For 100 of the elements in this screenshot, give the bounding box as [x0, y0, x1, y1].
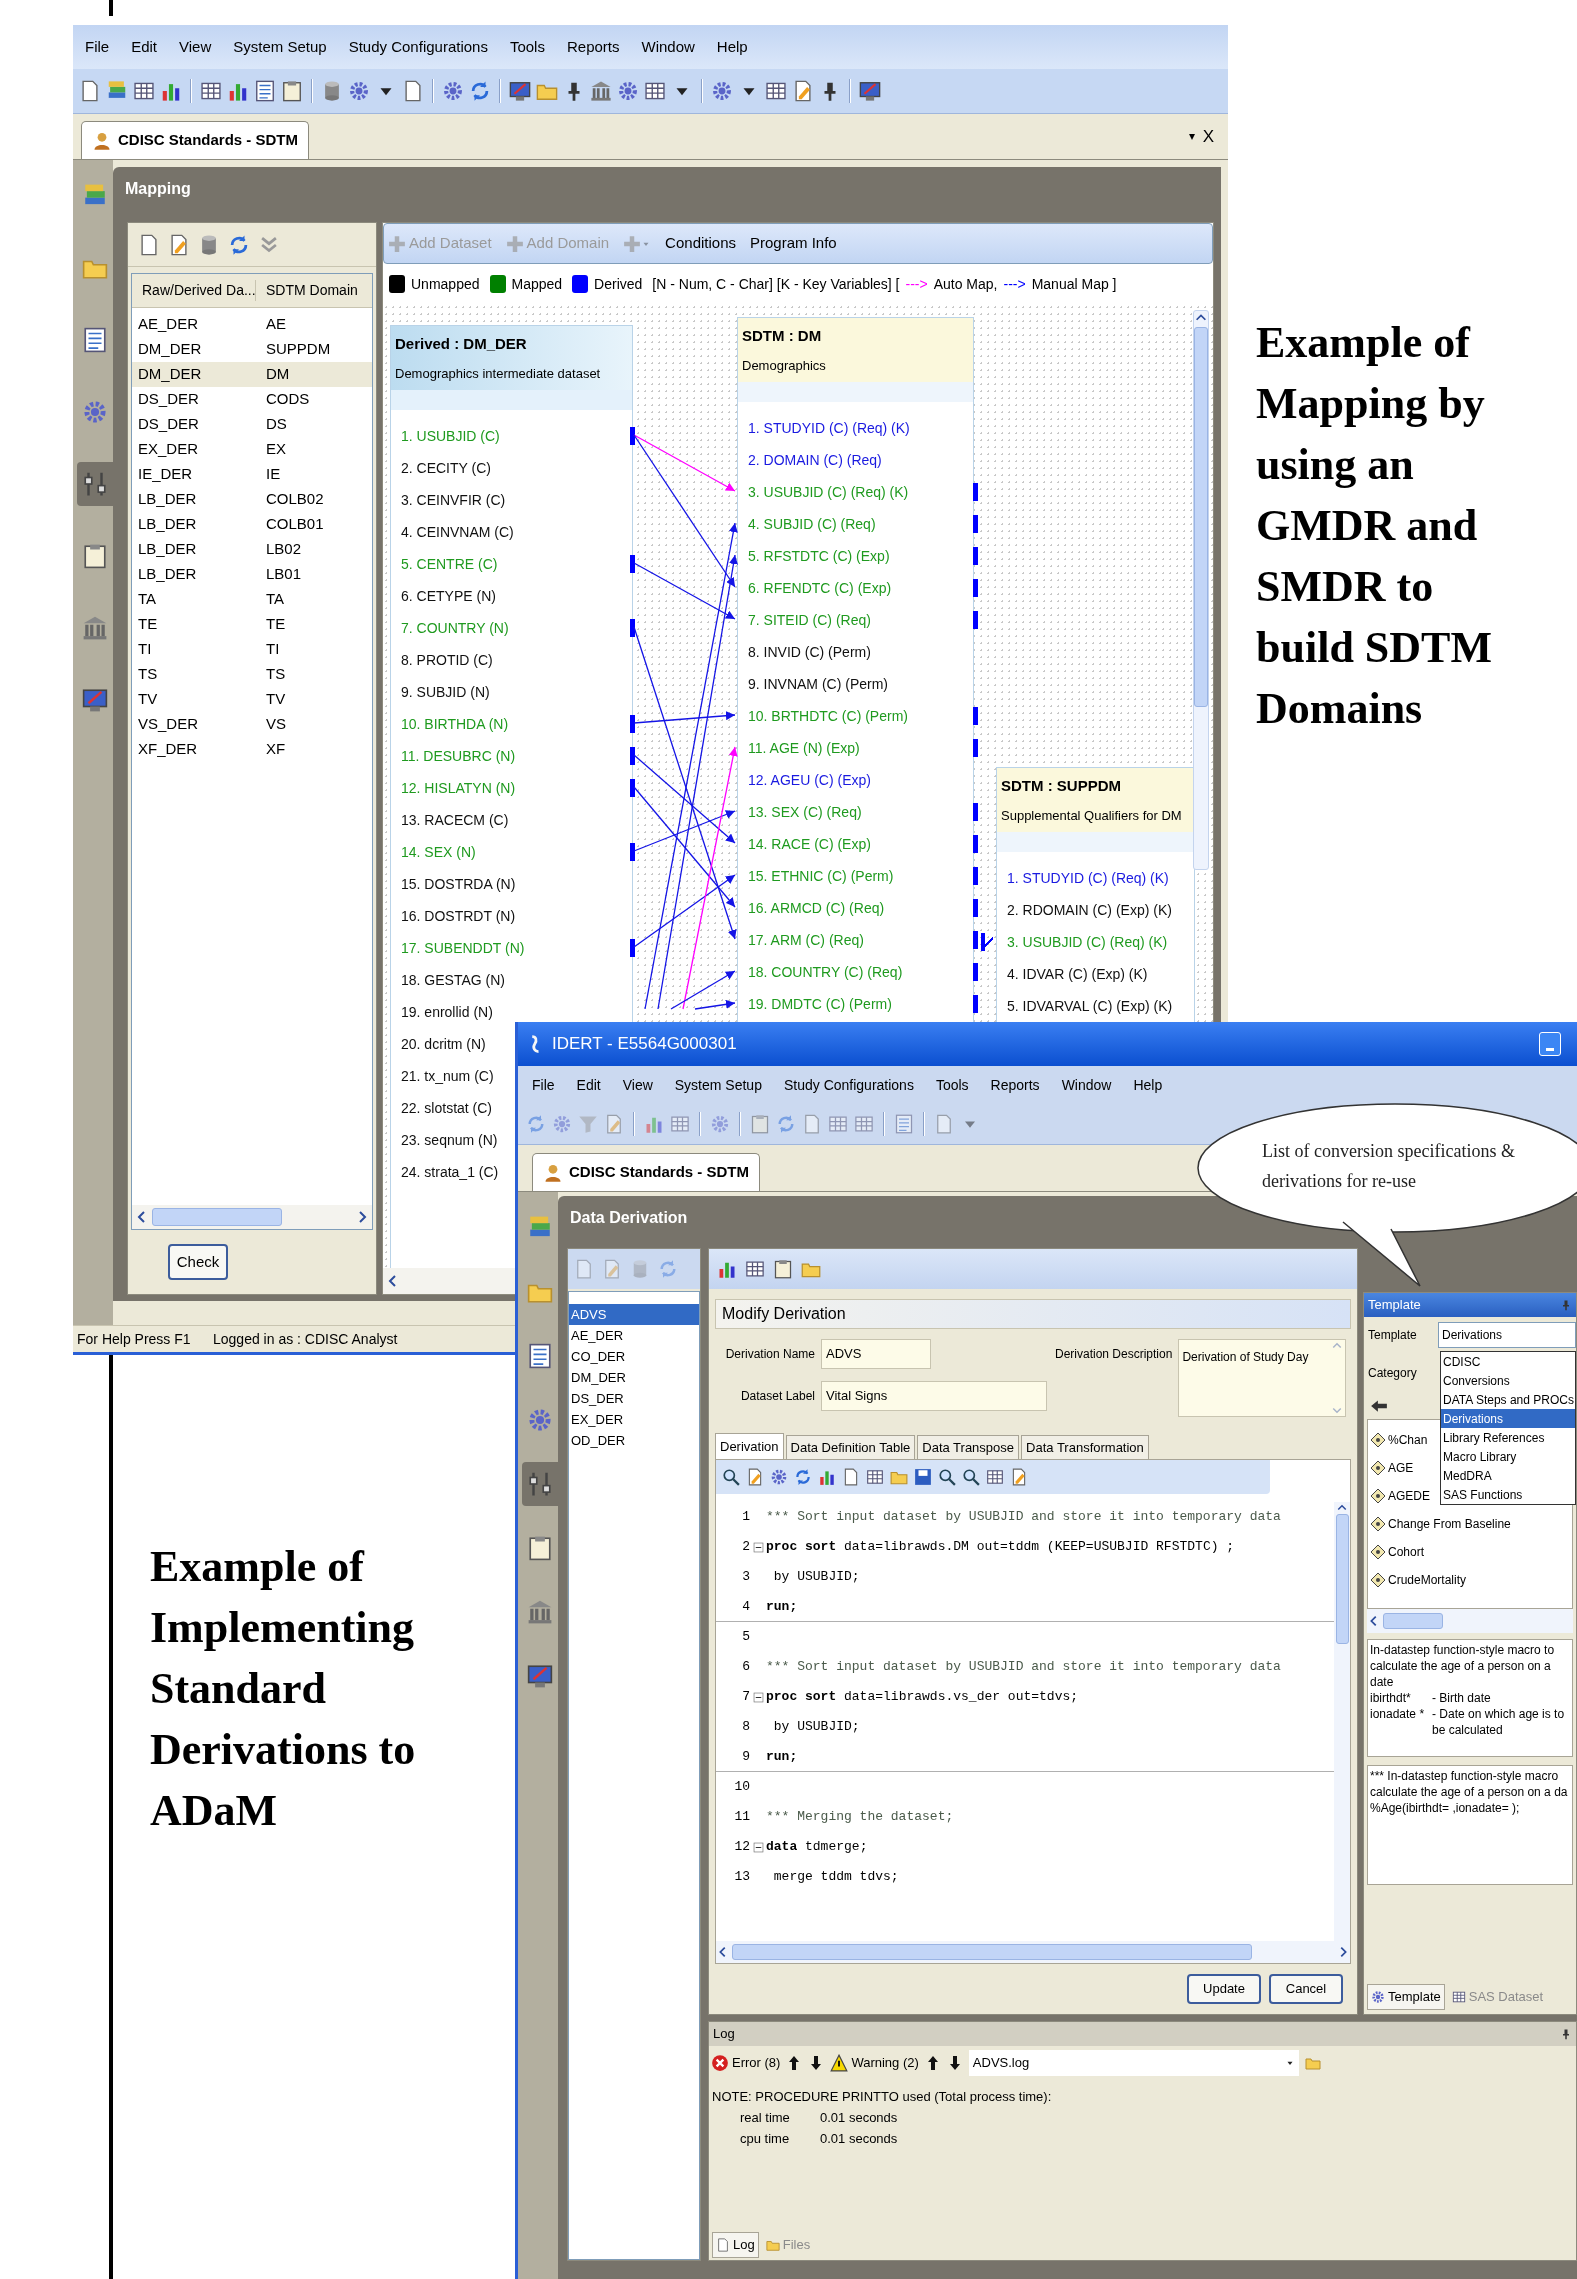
variable-item[interactable]: 3. CEINVFIR (C): [401, 489, 506, 511]
list-item[interactable]: AE_DER: [569, 1325, 699, 1346]
select-field[interactable]: Derivations: [1438, 1322, 1576, 1348]
variable-item[interactable]: 19. enrollid (N): [401, 1001, 493, 1023]
variable-item[interactable]: 13. SEX (C) (Req): [748, 801, 862, 823]
list-item[interactable]: AGE: [1388, 1459, 1414, 1477]
variable-item[interactable]: 10. BIRTHDA (N): [401, 713, 509, 735]
dropdown-option[interactable]: Derivations: [1441, 1409, 1575, 1428]
variable-item[interactable]: 12. AGEU (C) (Exp): [748, 769, 871, 791]
menu-item[interactable]: View: [622, 1074, 653, 1096]
variable-item[interactable]: 9. SUBJID (N): [401, 681, 490, 703]
menu-item[interactable]: Edit: [131, 35, 158, 59]
collapse-icon[interactable]: [752, 1841, 764, 1853]
log-file-field[interactable]: ADVS.log: [968, 2050, 1299, 2076]
gear-icon[interactable]: [348, 80, 370, 102]
table-row[interactable]: TS TS: [132, 662, 372, 687]
variable-item[interactable]: 4. CEINVNAM (C): [401, 521, 514, 543]
variable-item[interactable]: 12. HISLATYN (N): [401, 777, 516, 799]
editor-tab[interactable]: Data Transpose: [917, 1435, 1020, 1459]
table-row[interactable]: TV TV: [132, 687, 372, 712]
menu-item[interactable]: Help: [716, 35, 748, 59]
panel-tab[interactable]: Template: [1367, 1984, 1445, 2010]
table-row[interactable]: LB_DER LB01: [132, 562, 372, 587]
vertical-scrollbar[interactable]: [1193, 310, 1209, 870]
document-icon[interactable]: [402, 80, 424, 102]
variable-item[interactable]: 3. USUBJID (C) (Req) (K): [1007, 931, 1168, 953]
columns-icon[interactable]: [590, 80, 612, 102]
list-item[interactable]: EX_DER: [569, 1409, 699, 1430]
toolbar-button[interactable]: Program Info: [750, 232, 837, 255]
menu-item[interactable]: System Setup: [674, 1074, 762, 1096]
table-row[interactable]: LB_DER COLB01: [132, 512, 372, 537]
bar-chart-icon[interactable]: [818, 1468, 836, 1486]
column-header[interactable]: Raw/Derived Da...: [132, 280, 256, 301]
variable-item[interactable]: 22. slotstat (C): [401, 1097, 493, 1119]
variable-item[interactable]: 6. RFENDTC (C) (Exp): [748, 577, 892, 599]
table-row[interactable]: DM_DER DM: [132, 362, 372, 387]
sidebar-item[interactable]: [522, 1462, 558, 1506]
variable-item[interactable]: 16. ARMCD (C) (Req): [748, 897, 885, 919]
description-field[interactable]: Derivation of Study Day: [1178, 1339, 1347, 1417]
sidebar-item[interactable]: [77, 462, 113, 506]
variable-item[interactable]: 1. STUDYID (C) (Req) (K): [748, 417, 910, 439]
table-row[interactable]: AE_DER AE: [132, 312, 372, 337]
save-icon[interactable]: [914, 1468, 932, 1486]
variable-item[interactable]: 18. COUNTRY (C) (Req): [748, 961, 903, 983]
toolbar-button[interactable]: Conditions: [665, 232, 736, 255]
list-item[interactable]: %Chan: [1388, 1431, 1428, 1449]
collapse-icon[interactable]: [752, 1541, 764, 1553]
editor-tab[interactable]: Derivation: [715, 1433, 784, 1459]
variable-item[interactable]: 16. DOSTRDT (N): [401, 905, 516, 927]
variable-item[interactable]: 5. CENTRE (C): [401, 553, 498, 575]
edit-document-icon[interactable]: [168, 233, 190, 256]
table-row[interactable]: LB_DER COLB02: [132, 487, 372, 512]
list-item[interactable]: Change From Baseline: [1388, 1515, 1511, 1533]
variable-item[interactable]: 2. DOMAIN (C) (Req): [748, 449, 882, 471]
pin-icon[interactable]: [1560, 2028, 1572, 2040]
search-icon[interactable]: [938, 1468, 956, 1486]
variable-item[interactable]: 8. PROTID (C): [401, 649, 493, 671]
table-row[interactable]: VS_DER VS: [132, 712, 372, 737]
menu-item[interactable]: File: [532, 1074, 555, 1096]
minimize-button[interactable]: [1539, 1032, 1561, 1056]
gear-icon[interactable]: [617, 80, 639, 102]
dropdown-option[interactable]: Macro Library: [1441, 1447, 1575, 1466]
variable-item[interactable]: 18. GESTAG (N): [401, 969, 505, 991]
error-filter-button[interactable]: Error (8): [711, 2053, 781, 2073]
menu-item[interactable]: Tools: [935, 1074, 969, 1096]
table-icon[interactable]: [644, 80, 666, 102]
gear-icon[interactable]: [770, 1468, 788, 1486]
menu-item[interactable]: View: [179, 35, 212, 59]
variable-item[interactable]: 15. ETHNIC (C) (Perm): [748, 865, 894, 887]
table-row[interactable]: EX_DER EX: [132, 437, 372, 462]
table-icon[interactable]: [866, 1468, 884, 1486]
column-header[interactable]: SDTM Domain: [256, 280, 358, 301]
variable-item[interactable]: 11. AGE (N) (Exp): [748, 737, 860, 759]
dropdown-option[interactable]: CDISC: [1441, 1352, 1575, 1371]
document-tab[interactable]: CDISC Standards - SDTM: [81, 121, 309, 159]
variable-item[interactable]: 17. ARM (C) (Req): [748, 929, 864, 951]
horizontal-scrollbar[interactable]: [1367, 1609, 1573, 1633]
variable-item[interactable]: 4. SUBJID (C) (Req): [748, 513, 876, 535]
variable-item[interactable]: 19. DMDTC (C) (Perm): [748, 993, 892, 1015]
variable-item[interactable]: 6. CETYPE (N): [401, 585, 496, 607]
monitor-icon[interactable]: [859, 80, 881, 102]
clipboard-icon[interactable]: [773, 1259, 793, 1279]
document-icon[interactable]: [79, 80, 101, 102]
close-button[interactable]: X: [1202, 123, 1214, 149]
variable-item[interactable]: 24. strata_1 (C): [401, 1161, 499, 1183]
variable-item[interactable]: 9. INVNAM (C) (Perm): [748, 673, 888, 695]
list-item[interactable]: ADVS: [569, 1304, 699, 1325]
variable-item[interactable]: 15. DOSTRDA (N): [401, 873, 516, 895]
table-row[interactable]: IE_DER IE: [132, 462, 372, 487]
dialog-button[interactable]: Cancel: [1269, 1974, 1343, 2004]
input-field[interactable]: ADVS: [821, 1339, 931, 1369]
table-icon[interactable]: [745, 1259, 765, 1279]
dropdown-option[interactable]: Library References: [1441, 1428, 1575, 1447]
table-row[interactable]: TA TA: [132, 587, 372, 612]
document-icon[interactable]: [842, 1468, 860, 1486]
table-row[interactable]: LB_DER LB02: [132, 537, 372, 562]
edit-document-icon[interactable]: [792, 80, 814, 102]
dropdown-button[interactable]: ▾: [1188, 127, 1195, 146]
clipboard-icon[interactable]: [281, 80, 303, 102]
dropdown-option[interactable]: MedDRA: [1441, 1466, 1575, 1485]
